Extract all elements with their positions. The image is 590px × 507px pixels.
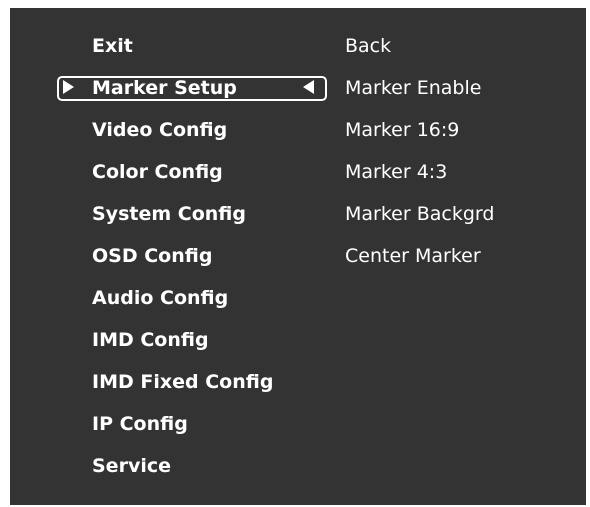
submenu-item-marker-4-3[interactable]: Marker 4:3 [335,151,575,193]
menu-item-label: IMD Fixed Config [92,371,274,393]
menu-item-imd-fixed-config[interactable]: IMD Fixed Config [80,361,330,403]
osd-menu-screen: Exit Marker Setup Video Config Color Con… [10,8,586,505]
menu-item-service[interactable]: Service [80,445,330,487]
menu-item-label: OSD Config [92,245,213,267]
menu-item-marker-setup[interactable]: Marker Setup [55,67,327,109]
menu-item-osd-config[interactable]: OSD Config [80,235,330,277]
main-menu: Exit Marker Setup Video Config Color Con… [57,25,330,487]
menu-item-label: Exit [92,35,133,57]
submenu-item-marker-backgrd[interactable]: Marker Backgrd [335,193,575,235]
menu-item-label: Video Config [92,119,228,141]
menu-item-label: IP Config [92,413,188,435]
menu-item-imd-config[interactable]: IMD Config [80,319,330,361]
arrow-left-icon [303,80,314,94]
submenu-item-marker-enable[interactable]: Marker Enable [335,67,575,109]
menu-item-label: Color Config [92,161,223,183]
menu-item-label: IMD Config [92,329,209,351]
menu-item-video-config[interactable]: Video Config [80,109,330,151]
submenu-item-center-marker[interactable]: Center Marker [335,235,575,277]
submenu: Back Marker Enable Marker 16:9 Marker 4:… [335,25,575,277]
menu-item-ip-config[interactable]: IP Config [80,403,330,445]
menu-item-exit[interactable]: Exit [80,25,330,67]
submenu-item-marker-16-9[interactable]: Marker 16:9 [335,109,575,151]
menu-item-label: Marker Setup [92,77,237,99]
menu-item-audio-config[interactable]: Audio Config [80,277,330,319]
submenu-item-back[interactable]: Back [335,25,575,67]
menu-item-label: System Config [92,203,246,225]
menu-item-label: Service [92,455,171,477]
arrow-right-icon [63,80,74,94]
menu-item-system-config[interactable]: System Config [80,193,330,235]
menu-item-label: Audio Config [92,287,229,309]
menu-item-color-config[interactable]: Color Config [80,151,330,193]
